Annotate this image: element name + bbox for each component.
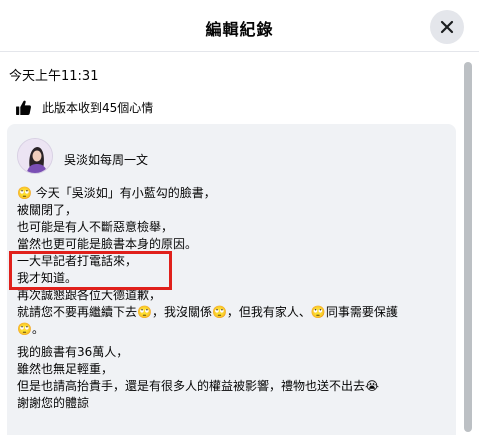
author-avatar[interactable] (17, 138, 53, 174)
post-line: 雖然也無足輕重， (17, 362, 114, 376)
post-line: 🙄。 (17, 322, 44, 336)
post-line: 就請您不要再繼續下去🙄，我沒關係🙄，但我有家人、🙄同事需要保護 (17, 305, 398, 319)
reactions-summary[interactable]: 此版本收到45個心情 (15, 97, 153, 117)
post-line: 但是也請高抬貴手，還是有很多人的權益被影響，禮物也送不出去😭 (17, 379, 380, 393)
post-line: 也可能是有人不斷惡意檢舉， (17, 220, 174, 234)
dialog-title: 編輯紀錄 (205, 20, 274, 39)
author-avatar-image (18, 139, 52, 173)
thumbs-up-icon (16, 100, 31, 115)
post-line: 謝謝您的體諒 (17, 396, 90, 410)
close-icon (440, 20, 454, 34)
post-body-text: 🙄 今天「吳淡如」有小藍勾的臉書， 被關閉了， 也可能是有人不斷惡意檢舉， 當然… (17, 185, 398, 412)
scrollbar-thumb[interactable] (464, 62, 472, 432)
highlight-annotation-box (9, 251, 172, 290)
close-button[interactable] (430, 10, 464, 44)
reactions-count-text: 此版本收到45個心情 (42, 100, 154, 115)
post-line: 🙄 今天「吳淡如」有小藍勾的臉書， (17, 186, 216, 200)
edit-history-scroll-area[interactable]: 今天上午11:31 此版本收到45個心情 吳淡如每周一文 🙄 今天「吳淡如」有小… (0, 52, 479, 435)
author-name[interactable]: 吳淡如每周一文 (64, 151, 148, 168)
post-line: 被關閉了， (17, 203, 78, 217)
dialog-header: 編輯紀錄 (0, 0, 479, 52)
post-line: 我的臉書有36萬人， (17, 345, 129, 359)
edit-timestamp: 今天上午11:31 (9, 69, 99, 84)
